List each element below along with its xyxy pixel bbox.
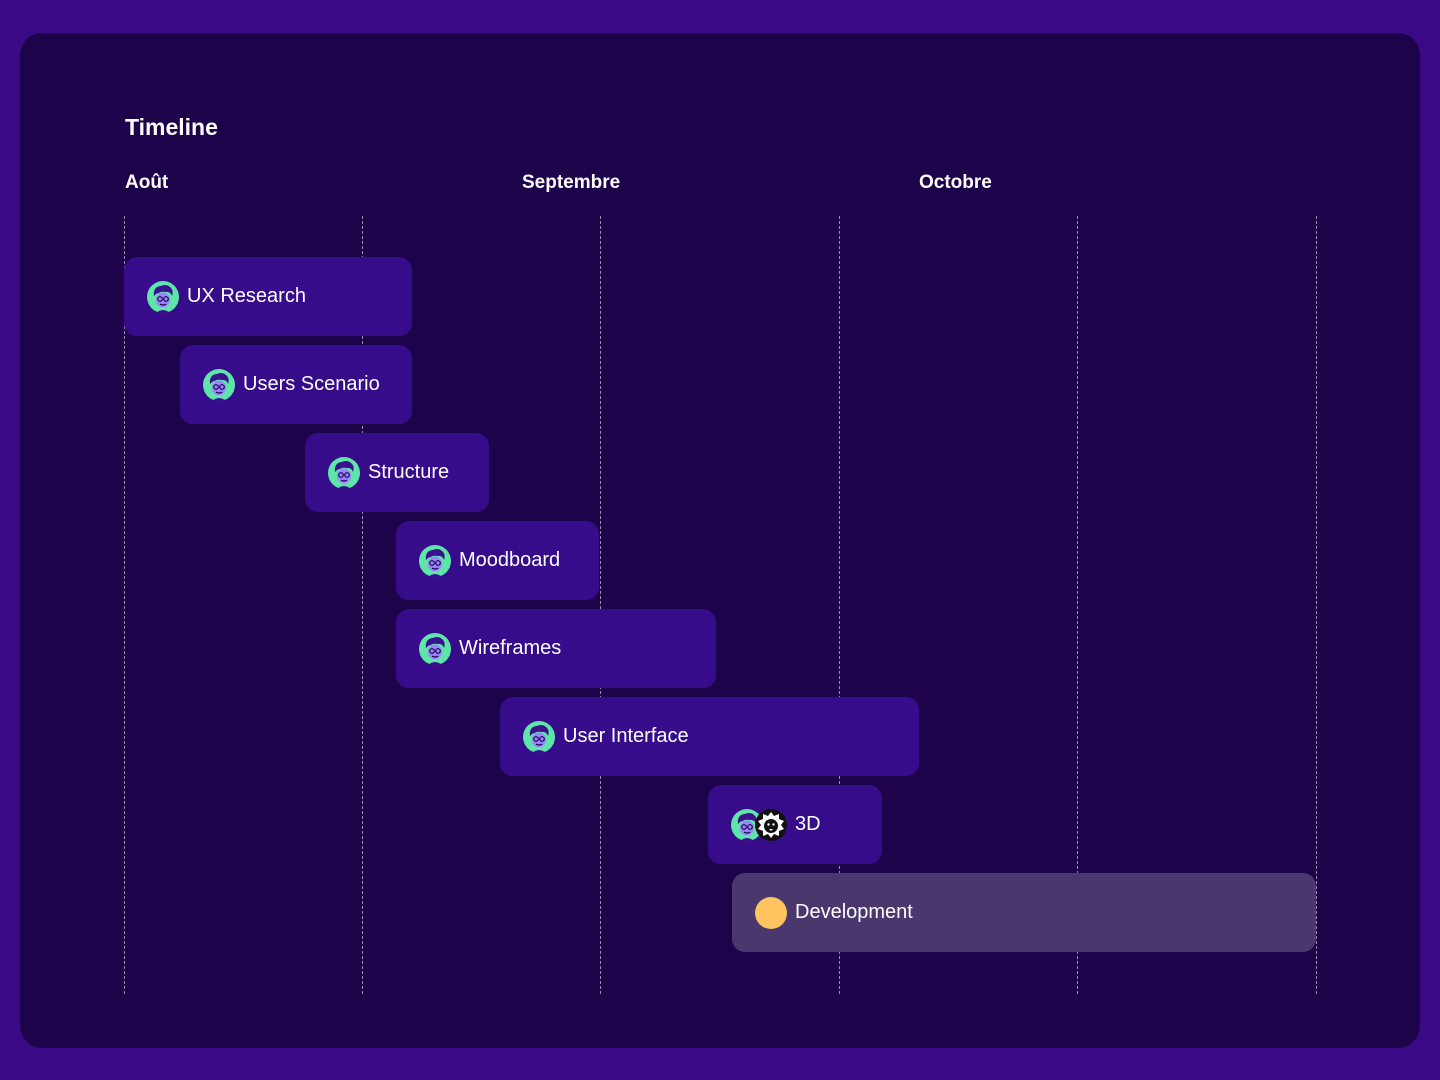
task-label: Development [795,901,913,923]
month-label-aout: Août [125,172,169,193]
task-bar-ux-research[interactable]: UX Research [124,257,412,336]
designer-avatar-icon [203,368,235,401]
task-bar-development[interactable]: Development [732,873,1316,952]
task-avatars [203,368,235,401]
grid-divider [124,216,125,994]
month-label-septembre: Septembre [522,172,621,193]
timeline-title: Timeline [125,114,218,140]
task-avatars [755,896,787,929]
designer-avatar-icon [328,456,360,489]
task-avatars [419,632,451,665]
lion-avatar-icon [755,808,787,841]
designer-avatar-icon [419,632,451,665]
task-bar-users-scenario[interactable]: Users Scenario [180,345,412,424]
task-bar-structure[interactable]: Structure [305,433,489,512]
grid-divider [1316,216,1317,994]
task-avatars [147,280,179,313]
task-bar-3d[interactable]: 3D [708,785,882,864]
task-bar-wireframes[interactable]: Wireframes [396,609,716,688]
task-avatars [328,456,360,489]
designer-avatar-icon [419,544,451,577]
yellow-dot-avatar-icon [755,896,787,929]
task-avatars [731,808,787,841]
task-label: Moodboard [459,549,561,571]
designer-avatar-icon [147,280,179,313]
task-avatars [419,544,451,577]
task-label: Users Scenario [243,373,380,395]
task-bar-user-interface[interactable]: User Interface [500,697,919,776]
task-label: Wireframes [459,637,562,659]
task-bar-moodboard[interactable]: Moodboard [396,521,599,600]
task-label: Structure [368,461,450,483]
grid-divider [600,216,601,994]
month-label-octobre: Octobre [919,172,992,193]
task-avatars [523,720,555,753]
task-label: UX Research [187,285,306,307]
designer-avatar-icon [523,720,555,753]
task-label: User Interface [563,725,689,747]
task-label: 3D [795,813,821,835]
